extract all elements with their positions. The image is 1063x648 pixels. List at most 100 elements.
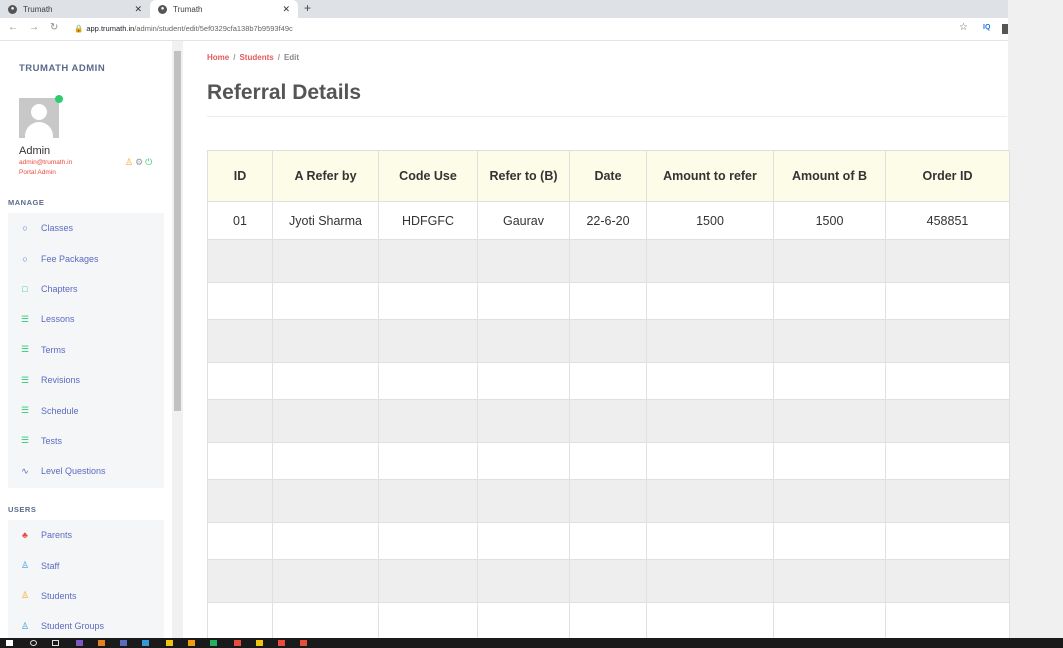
column-header[interactable]: Refer to (B) [477, 150, 570, 202]
folder-icon[interactable] [188, 640, 195, 646]
bookmark-star-icon[interactable]: ☆ [959, 22, 968, 33]
pulse-icon: ∿ [21, 465, 29, 476]
table-cell [477, 602, 570, 640]
table-row-empty [207, 282, 1010, 320]
sidebar-item-fee-packages[interactable]: ○ Fee Packages [8, 243, 164, 273]
column-header[interactable]: Order ID [885, 150, 1010, 202]
table-cell: 01 [207, 201, 273, 240]
close-tab-icon[interactable]: ✕ [282, 4, 290, 15]
table-cell [773, 479, 886, 523]
table-cell [569, 559, 647, 603]
table-row-empty [207, 442, 1010, 480]
breadcrumb-home[interactable]: Home [207, 53, 229, 62]
sidebar-scrollbar-thumb[interactable] [174, 51, 181, 411]
column-header[interactable]: Date [569, 150, 647, 202]
table-cell: HDFGFC [378, 201, 478, 240]
back-icon[interactable]: ← [8, 22, 18, 33]
table-body: 01 Jyoti Sharma HDFGFC Gaurav 22-6-20 1500 150… [207, 201, 1010, 640]
table-cell [272, 239, 379, 283]
app-icon[interactable] [76, 640, 83, 646]
table-cell [272, 399, 379, 443]
table-cell [569, 282, 647, 320]
table-row[interactable]: 01 Jyoti Sharma HDFGFC Gaurav 22-6-20 1500 150… [207, 201, 1010, 240]
online-status-dot [55, 95, 63, 103]
tab-label: Trumath [173, 4, 203, 14]
sidebar-item-label: Classes [41, 223, 74, 234]
breadcrumb-students[interactable]: Students [239, 53, 273, 62]
sidebar-item-classes[interactable]: ○ Classes [8, 213, 164, 243]
column-header[interactable]: Code Use [378, 150, 478, 202]
table-cell [569, 362, 647, 400]
app-icon[interactable] [98, 640, 105, 646]
table-cell [378, 602, 478, 640]
sidebar-item-chapters[interactable]: □ Chapters [8, 274, 164, 304]
app-icon[interactable] [142, 640, 149, 646]
close-tab-icon[interactable]: ✕ [134, 4, 142, 15]
list-icon: ☰ [20, 374, 30, 385]
sidebar-item-student-groups[interactable]: ♙ Student Groups [8, 611, 164, 638]
app-icon[interactable] [120, 640, 127, 646]
search-icon[interactable] [30, 640, 37, 646]
sidebar-item-tests[interactable]: ☰ Tests [8, 426, 164, 456]
url-field[interactable]: 🔒 app.trumath.in/admin/student/edit/5ef03… [74, 24, 293, 33]
sidebar-item-lessons[interactable]: ☰ Lessons [8, 304, 164, 334]
sidebar-item-level-questions[interactable]: ∿ Level Questions [8, 456, 164, 486]
browser-tab-1[interactable]: ● Trumath ✕ [0, 0, 150, 18]
table-row-empty [207, 602, 1010, 640]
table-cell [646, 362, 774, 400]
chrome-icon[interactable] [234, 640, 241, 646]
table-cell [272, 602, 379, 640]
browser-tab-2[interactable]: ● Trumath ✕ [150, 0, 298, 18]
table-cell [378, 282, 478, 320]
forward-icon[interactable]: → [29, 22, 39, 33]
user-icon: ♙ [20, 560, 30, 571]
start-icon[interactable] [6, 640, 13, 646]
table-header-row: ID A Refer by Code Use Refer to (B) Date Amou… [207, 150, 1010, 202]
new-tab-icon[interactable]: + [304, 0, 311, 18]
extension-icon[interactable] [1002, 24, 1008, 34]
column-header[interactable]: Amount of B [773, 150, 886, 202]
table-cell [646, 442, 774, 480]
reload-icon[interactable]: ↻ [50, 22, 58, 33]
table-cell [569, 239, 647, 283]
sidebar-item-terms[interactable]: ☰ Terms [8, 335, 164, 365]
app-icon[interactable] [278, 640, 285, 646]
sidebar-item-students[interactable]: ♙ Students [8, 581, 164, 611]
avatar[interactable] [19, 98, 59, 138]
table-cell [885, 479, 1010, 523]
table-row-empty [207, 479, 1010, 523]
table-cell [885, 559, 1010, 603]
sidebar-item-label: Student Groups [41, 621, 105, 632]
sidebar-item-label: Tests [41, 435, 63, 446]
globe-icon: ● [158, 4, 167, 14]
breadcrumb-separator: / [233, 53, 236, 62]
table-cell: Gaurav [477, 201, 570, 240]
list-icon: ☰ [20, 405, 30, 416]
tab-label: Trumath [23, 4, 53, 14]
app-icon[interactable] [210, 640, 217, 646]
sidebar-item-revisions[interactable]: ☰ Revisions [8, 365, 164, 395]
task-view-icon[interactable] [52, 640, 59, 646]
circle-icon: ○ [22, 253, 28, 264]
column-header[interactable]: Amount to refer [646, 150, 774, 202]
referral-table: ID A Refer by Code Use Refer to (B) Date Amou… [207, 150, 1010, 640]
table-cell [272, 559, 379, 603]
column-header[interactable]: A Refer by [272, 150, 379, 202]
globe-icon: ● [8, 4, 17, 14]
app-icon[interactable] [300, 640, 307, 646]
table-cell [646, 282, 774, 320]
app-icon[interactable] [256, 640, 263, 646]
gear-icon[interactable]: ⚙ [135, 157, 143, 167]
profile-icon[interactable]: ♙ [125, 157, 133, 167]
column-header[interactable]: ID [207, 150, 273, 202]
table-cell [477, 442, 570, 480]
app-icon[interactable] [166, 640, 173, 646]
sidebar-item-staff[interactable]: ♙ Staff [8, 550, 164, 580]
power-icon[interactable]: ⏻ [145, 157, 152, 167]
extension-iq-icon[interactable]: IQ [983, 24, 990, 31]
table-cell [477, 399, 570, 443]
sidebar-item-parents[interactable]: ♣ Parents [8, 520, 164, 550]
table-cell [646, 239, 774, 283]
sidebar-item-label: Students [41, 590, 77, 601]
sidebar-item-schedule[interactable]: ☰ Schedule [8, 395, 164, 425]
